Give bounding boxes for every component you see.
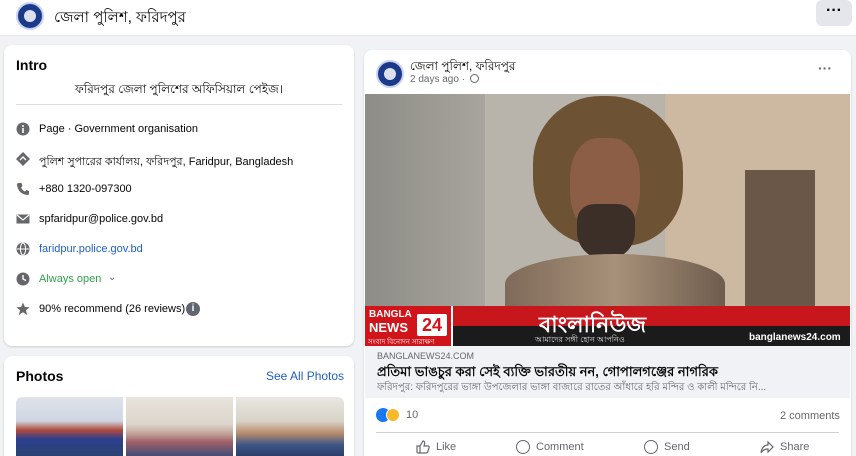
info-icon (16, 122, 30, 136)
post-image[interactable]: BANGLA NEWS 24 সংবাদ বিনোদন সারাক্ষণ বাং… (365, 94, 850, 346)
comment-bubble-icon (516, 440, 530, 454)
photos-heading: Photos (16, 368, 64, 384)
post-more-button[interactable]: ··· (818, 60, 832, 76)
thumbs-up-icon (416, 440, 430, 454)
clock-icon (16, 272, 30, 286)
info-category-text: Page · Government organisation (39, 123, 198, 135)
post-time-text[interactable]: 2 days ago · (410, 74, 465, 85)
page-logo-avatar[interactable] (16, 2, 44, 30)
hours-status[interactable]: Always open (39, 273, 101, 285)
intro-card: Intro ফরিদপুর জেলা পুলিশের অফিসিয়াল পেই… (4, 45, 354, 346)
post-card: জেলা পুলিশ, ফরিদপুর 2 days ago · ··· BAN… (364, 50, 851, 456)
intro-heading: Intro (16, 57, 48, 73)
image-watermark: banglanews24.com (749, 332, 841, 343)
reviews-text[interactable]: 90% recommend (26 reviews) (39, 303, 185, 315)
email-icon (16, 214, 30, 224)
actions-divider (376, 432, 839, 433)
more-options-button[interactable]: ··· (816, 0, 852, 26)
public-globe-icon (469, 74, 479, 83)
info-email-text: spfaridpur@police.gov.bd (39, 213, 164, 225)
photo-thumbnail[interactable] (126, 397, 233, 456)
location-pin-icon (16, 152, 30, 166)
ticker-subtitle: আমাদের সঙ্গী হোন আপনিও (535, 335, 625, 344)
website-link[interactable]: faridpur.police.gov.bd (39, 243, 143, 255)
comments-count[interactable]: 2 comments (780, 410, 840, 422)
haha-reaction-icon (386, 408, 400, 422)
intro-bio: ফরিদপুর জেলা পুলিশের অফিসিয়াল পেইজ। (75, 82, 283, 96)
post-timestamp[interactable]: 2 days ago · (410, 74, 479, 85)
photo-thumbnail[interactable] (16, 397, 123, 456)
link-preview[interactable]: BANGLANEWS24.COM প্রতিমা ভাঙচুর করা সেই … (365, 346, 850, 398)
globe-icon (16, 242, 30, 256)
intro-divider (16, 104, 342, 105)
page-title[interactable]: জেলা পুলিশ, ফরিদপুর (54, 6, 186, 31)
photos-card: Photos See All Photos (4, 356, 354, 456)
reactions-count[interactable]: 10 (406, 409, 418, 421)
info-address-text[interactable]: পুলিশ সুপারের কার্যালয়, ফরিদপুর, Faridp… (39, 153, 293, 172)
photo-thumbnail[interactable] (236, 397, 344, 456)
post-author-avatar[interactable] (376, 60, 404, 88)
share-arrow-icon (760, 440, 774, 454)
reviews-info-icon[interactable]: i (186, 302, 200, 316)
star-icon (16, 302, 30, 315)
banglanews-logo: BANGLA NEWS 24 সংবাদ বিনোদন সারাক্ষণ (365, 306, 453, 346)
chevron-down-icon[interactable]: ⌄ (108, 272, 116, 283)
phone-icon (17, 183, 29, 195)
link-snippet: ফরিদপুর: ফরিদপুরের ভাঙ্গা উপজেলার ভাঙ্গা… (377, 382, 767, 393)
page-header: জেলা পুলিশ, ফরিদপুর ··· (0, 0, 856, 36)
info-phone-text: +880 1320-097300 (39, 183, 132, 195)
messenger-icon (644, 440, 658, 454)
link-domain: BANGLANEWS24.COM (377, 351, 475, 361)
see-all-photos-link[interactable]: See All Photos (266, 369, 344, 383)
